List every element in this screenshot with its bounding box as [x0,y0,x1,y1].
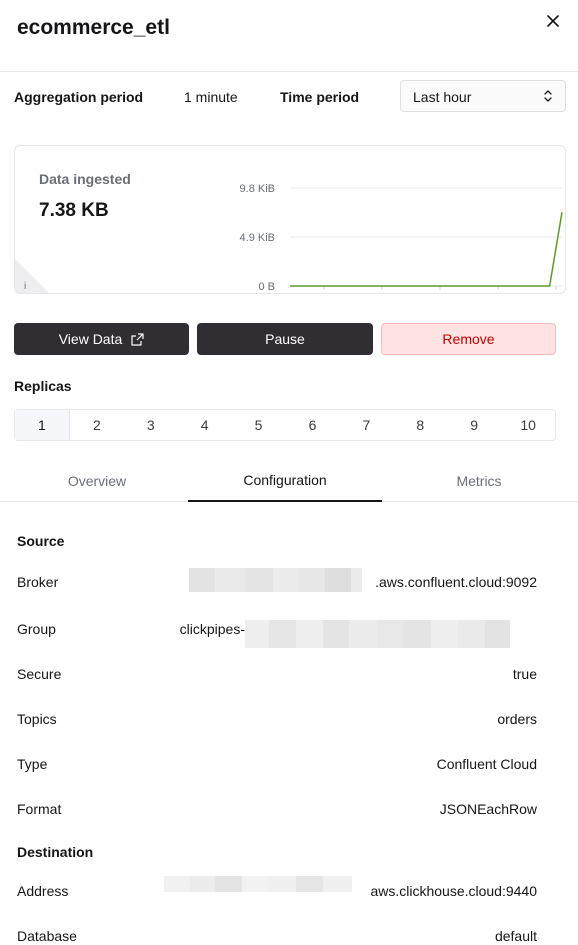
source-heading: Source [17,533,65,549]
aggregation-row: Aggregation period 1 minute Time period … [14,80,566,112]
replica-option-6[interactable]: 6 [286,410,340,440]
action-buttons: View Data Pause Remove [14,323,556,355]
view-data-button[interactable]: View Data [14,323,189,355]
data-ingested-value: 7.38 KB [39,200,109,221]
time-period-value: Last hour [413,89,472,105]
replica-option-4[interactable]: 4 [178,410,232,440]
format-value: JSONEachRow [439,801,537,817]
secure-value: true [512,666,537,682]
info-icon-glyph: i [24,281,26,292]
database-label: Database [17,928,77,944]
tab-metrics[interactable]: Metrics [382,460,576,501]
time-period-label: Time period [280,89,360,105]
data-ingested-chart: 9.8 KiB 4.9 KiB 0 B [240,183,563,292]
replica-option-5[interactable]: 5 [232,410,286,440]
time-period-select[interactable]: Last hour [400,80,566,112]
tab-configuration[interactable]: Configuration [188,460,382,502]
panel-title: ecommerce_etl [17,16,170,39]
close-icon[interactable] [542,10,564,32]
view-data-label: View Data [58,331,123,347]
replicas-label: Replicas [14,378,72,394]
broker-label: Broker [17,574,59,590]
destination-heading: Destination [17,844,94,860]
topics-value: orders [497,711,537,727]
replicas-selector: 1 2 3 4 5 6 7 8 9 10 [14,409,556,441]
replica-option-9[interactable]: 9 [447,410,501,440]
format-label: Format [17,801,62,817]
tab-overview[interactable]: Overview [0,460,194,501]
broker-value: .aws.confluent.cloud:9092 [375,574,537,590]
info-icon[interactable]: i [15,259,49,293]
type-value: Confluent Cloud [436,756,537,772]
chart-series-line-0 [290,212,563,287]
group-label: Group [17,621,56,637]
redacted-group-suffix [245,620,510,648]
remove-button[interactable]: Remove [381,323,556,355]
aggregation-period-label: Aggregation period [14,89,144,105]
pause-button[interactable]: Pause [197,323,373,355]
group-value: clickpipes- [179,621,245,637]
address-value: aws.clickhouse.cloud:9440 [370,883,537,899]
data-ingested-label: Data ingested [39,171,131,187]
panel-header: ecommerce_etl [0,0,578,72]
aggregation-period-value: 1 minute [184,89,238,105]
external-link-icon [131,332,144,346]
replica-option-3[interactable]: 3 [124,410,178,440]
address-label: Address [17,883,69,899]
tab-bar: Overview Configuration Metrics [0,460,578,502]
replica-option-10[interactable]: 10 [501,410,555,440]
replica-option-7[interactable]: 7 [339,410,393,440]
replica-option-1[interactable]: 1 [15,410,70,440]
data-ingested-card: Data ingested 7.38 KB i 9.8 KiB 4.9 KiB 0 … [14,145,566,294]
type-label: Type [17,756,48,772]
replica-option-2[interactable]: 2 [70,410,124,440]
chevron-up-down-icon [544,90,552,102]
redacted-address-prefix [164,876,352,892]
database-value: default [494,928,537,944]
topics-label: Topics [17,711,57,727]
chart-y-tick-label: 0 B [258,281,275,292]
replica-option-8[interactable]: 8 [393,410,447,440]
chart-y-tick-label: 4.9 KiB [240,232,275,244]
redacted-broker-prefix [189,568,362,592]
secure-label: Secure [17,666,62,682]
chart-y-tick-label: 9.8 KiB [240,183,275,195]
